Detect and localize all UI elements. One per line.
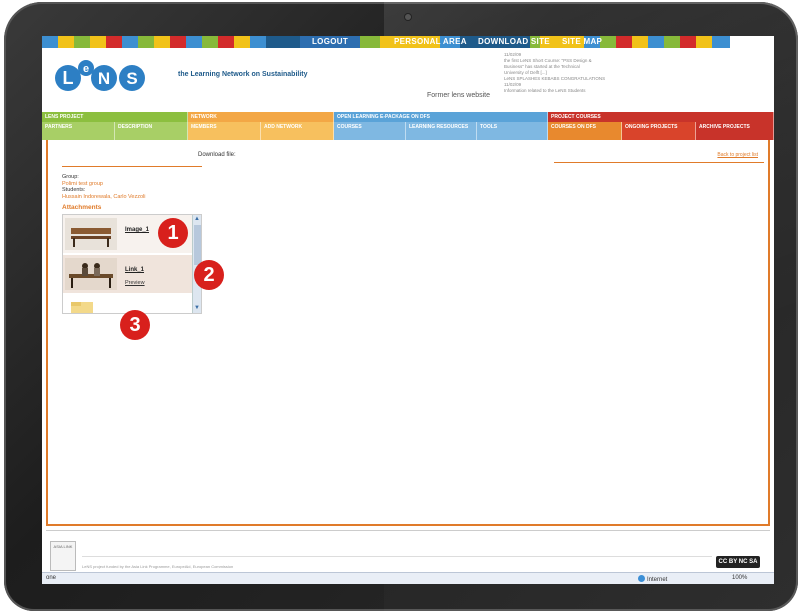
nav-project-courses[interactable]: PROJECT COURSES [548, 112, 774, 122]
callout-marker: 2 [194, 260, 224, 290]
nav-partners[interactable]: PARTNERS [42, 122, 115, 140]
nav-courses-on-dfs[interactable]: COURSES ON DFS [548, 122, 622, 140]
lens-logo[interactable]: L e N S [52, 58, 182, 94]
top-nav: LOGOUT PERSONAL AREA DOWNLOAD SITE SITE … [42, 36, 774, 48]
project-meta: Group: Polimi test group Students: Hussa… [62, 174, 145, 200]
news-line: Information related to the LeNS Students [504, 88, 586, 93]
svg-text:S: S [126, 69, 137, 88]
content-panel: Download file: Back to project list Grou… [46, 140, 770, 526]
callout-marker: 3 [120, 310, 150, 340]
security-zone[interactable]: Internet [638, 575, 667, 583]
nav-learning-resources[interactable]: LEARNING RESOURCES [406, 122, 477, 140]
back-to-project-list-link[interactable]: Back to project list [717, 152, 758, 158]
zoom-level[interactable]: 100% [732, 575, 747, 581]
status-text: one [46, 575, 57, 581]
nav-archive-projects[interactable]: ARCHIVE PROJECTS [696, 122, 774, 140]
laptop-frame: LOGOUT PERSONAL AREA DOWNLOAD SITE SITE … [4, 2, 798, 611]
site-map-link[interactable]: SITE MAP [562, 37, 602, 46]
site-tagline: the Learning Network on Sustainability [178, 71, 308, 78]
nav-ongoing-projects[interactable]: ONGOING PROJECTS [622, 122, 696, 140]
download-site-link[interactable]: DOWNLOAD SITE [478, 37, 550, 46]
creative-commons-badge[interactable]: CC BY NC SA [716, 556, 760, 568]
attachment-link-image-1[interactable]: Image_1 [125, 227, 149, 233]
footer-divider [82, 556, 712, 557]
personal-area-link[interactable]: PERSONAL AREA [394, 37, 467, 46]
nav-tools[interactable]: TOOLS [477, 122, 548, 140]
divider [62, 166, 202, 167]
preview-link[interactable]: Preview [125, 280, 145, 286]
browser-screen: LOGOUT PERSONAL AREA DOWNLOAD SITE SITE … [42, 36, 774, 584]
nav-courses[interactable]: COURSES [334, 122, 406, 140]
main-nav: LENS PROJECT NETWORK OPEN LEARNING E-PAC… [42, 112, 774, 122]
callout-marker: 1 [158, 218, 188, 248]
former-website-link[interactable]: Former lens website [427, 92, 490, 99]
attachments-heading: Attachments [62, 204, 102, 211]
scroll-up-icon[interactable]: ▲ [193, 215, 201, 223]
download-file-label: Download file: [198, 152, 236, 158]
eu-asialink-logo: ASIA LINK [50, 541, 76, 571]
svg-text:N: N [98, 69, 110, 88]
news-block: 11/02/09 the first LeNS Short Course: "P… [504, 52, 634, 94]
scroll-thumb[interactable] [194, 225, 201, 265]
nav-description[interactable]: DESCRIPTION [115, 122, 188, 140]
nav-add-network[interactable]: ADD NETWORK [261, 122, 334, 140]
divider [554, 162, 764, 163]
bench-with-people-thumbnail[interactable] [65, 258, 117, 290]
folder-thumbnail[interactable] [65, 298, 117, 314]
webcam-icon [405, 14, 411, 20]
browser-status-bar: one Internet 100% [42, 572, 774, 584]
nav-network[interactable]: NETWORK [188, 112, 334, 122]
logout-link[interactable]: LOGOUT [312, 37, 348, 46]
eu-logo-text: ASIA LINK [53, 544, 73, 549]
nav-open-learning[interactable]: OPEN LEARNING E-PACKAGE ON DFS [334, 112, 548, 122]
scroll-down-icon[interactable]: ▼ [193, 304, 201, 312]
attachment-item[interactable]: Link_1 Preview [63, 255, 193, 293]
bench-thumbnail[interactable] [65, 218, 117, 250]
footer-divider [46, 530, 770, 531]
sub-nav: PARTNERS DESCRIPTION MEMBERS ADD NETWORK… [42, 122, 774, 140]
zone-label: Internet [647, 577, 668, 583]
nav-members[interactable]: MEMBERS [188, 122, 261, 140]
globe-icon [638, 575, 645, 582]
students-value: Hussain Indorewala, Carlo Vezzoli [62, 193, 146, 200]
funding-note: LeNS project funded by the Asia Link Pro… [82, 564, 234, 569]
nav-lens-project[interactable]: LENS PROJECT [42, 112, 188, 122]
svg-text:L: L [63, 68, 74, 88]
svg-text:e: e [83, 63, 89, 75]
attachment-link-link-1[interactable]: Link_1 [125, 267, 144, 273]
